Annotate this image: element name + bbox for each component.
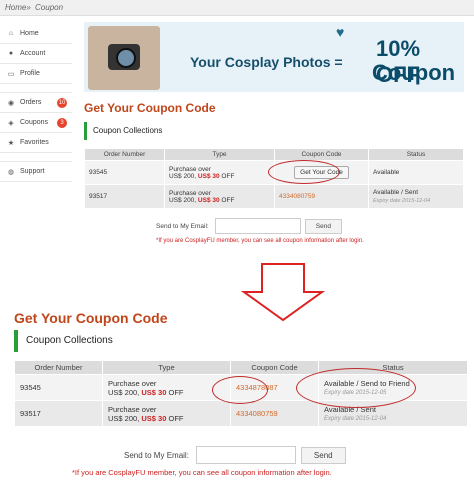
banner-coupon-word: Coupon <box>372 60 456 85</box>
coupon-type: Purchase over US$ 200, US$ 30 OFF <box>164 160 275 185</box>
sidebar-item-label: Profile <box>20 70 40 77</box>
sidebar-item-label: Home <box>20 30 39 37</box>
send-button[interactable]: Send <box>304 218 342 234</box>
sidebar-item-account[interactable]: ● Account <box>0 44 72 64</box>
sidebar-item-support[interactable]: ◍ Support <box>0 162 72 182</box>
coupon-collections-header: Coupon Collections <box>14 330 468 352</box>
sidebar-item-label: Coupons <box>20 119 49 126</box>
highlight-oval <box>268 160 340 184</box>
camera-photo-illustration <box>88 26 160 90</box>
expiry-date: Expiry date 2015-12-04 <box>324 416 387 422</box>
coupon-type: Purchase over US$ 200, US$ 30 OFF <box>102 400 231 427</box>
expiry-date: Expiry date 2015-12-04 <box>373 198 431 204</box>
email-input[interactable] <box>195 446 296 464</box>
email-label: Send to My Email: <box>156 222 209 230</box>
coupons-count-badge: 3 <box>57 118 67 128</box>
send-button[interactable]: Send <box>300 446 346 464</box>
star-icon: ★ <box>7 139 15 147</box>
member-note: *If you are CosplayFU member, you can se… <box>72 468 332 477</box>
sidebar-divider <box>0 84 72 93</box>
email-label: Send to My Email: <box>124 450 189 460</box>
coupon-code[interactable]: 4334080759 <box>230 400 319 427</box>
order-number: 93517 <box>14 400 103 427</box>
coupon-code[interactable]: 4334080759 <box>274 184 369 209</box>
column-header-code: Coupon Code <box>230 360 319 375</box>
coupon-type: Purchase over US$ 200, US$ 30 OFF <box>164 184 275 209</box>
heart-icon: ♥ <box>336 24 345 40</box>
order-number: 93545 <box>14 374 103 401</box>
promo-banner[interactable]: ♥ Your Cosplay Photos = 10% OFF Coupon <box>84 22 464 92</box>
email-send-row: Send to My Email: Send <box>124 446 346 464</box>
banner-headline: Your Cosplay Photos = <box>190 54 343 70</box>
column-header-type: Type <box>164 148 275 161</box>
sidebar-item-profile[interactable]: ▭ Profile <box>0 64 72 84</box>
coupon-status: Available <box>368 160 464 185</box>
user-icon: ● <box>8 50 14 57</box>
column-header-type: Type <box>102 360 231 375</box>
sidebar-item-coupons[interactable]: ◈ Coupons 3 <box>0 113 72 133</box>
orders-count-badge: 10 <box>57 98 67 108</box>
table-row: 93517 Purchase over US$ 200, US$ 30 OFF … <box>14 400 468 427</box>
sidebar-item-label: Support <box>20 168 45 175</box>
order-number: 93545 <box>84 160 165 185</box>
order-number: 93517 <box>84 184 165 209</box>
column-header-status: Status <box>368 148 464 161</box>
page-title: Get Your Coupon Code <box>84 101 216 115</box>
table-row: 93517 Purchase over US$ 200, US$ 30 OFF … <box>84 184 464 209</box>
sidebar-item-favorites[interactable]: ★ Favorites <box>0 133 72 153</box>
coupon-icon: ◈ <box>8 119 14 127</box>
column-header-order: Order Number <box>84 148 165 161</box>
profile-icon: ▭ <box>7 70 15 78</box>
highlight-oval <box>296 368 416 408</box>
coupon-collections-header: Coupon Collections <box>84 122 464 140</box>
column-header-code: Coupon Code <box>274 148 369 161</box>
column-header-order: Order Number <box>14 360 103 375</box>
home-icon: ⌂ <box>8 30 14 37</box>
email-input[interactable] <box>214 218 301 234</box>
highlight-oval <box>212 376 268 404</box>
sidebar: ⌂ Home ● Account ▭ Profile ◉ Orders 10 ◈… <box>0 24 72 182</box>
orders-icon: ◉ <box>7 99 15 107</box>
coupon-status: Available / Sent Expiry date 2015-12-04 <box>368 184 464 209</box>
page-title: Get Your Coupon Code <box>14 310 168 326</box>
down-arrow-icon <box>240 263 326 322</box>
breadcrumb: Home» Coupon <box>0 0 474 16</box>
sidebar-item-label: Favorites <box>20 139 49 146</box>
member-note: *If you are CosplayFU member, you can se… <box>156 238 364 244</box>
support-icon: ◍ <box>7 168 15 176</box>
sidebar-item-orders[interactable]: ◉ Orders 10 <box>0 93 72 113</box>
sidebar-item-label: Orders <box>20 99 42 106</box>
breadcrumb-current: Coupon <box>35 3 64 12</box>
sidebar-item-label: Account <box>20 50 46 57</box>
breadcrumb-home-link[interactable]: Home» <box>5 3 31 12</box>
sidebar-divider <box>0 153 72 162</box>
email-send-row: Send to My Email: Send <box>156 218 342 234</box>
sidebar-item-home[interactable]: ⌂ Home <box>0 24 72 44</box>
